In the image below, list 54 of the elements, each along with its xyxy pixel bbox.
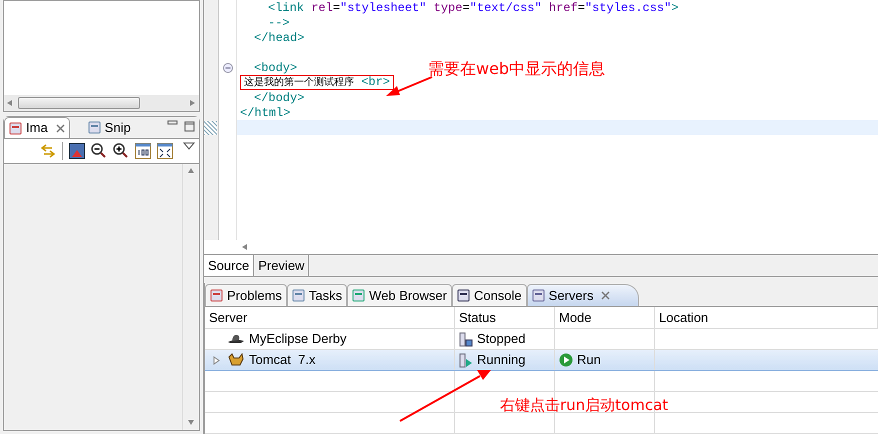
server-stopped-icon <box>459 332 473 346</box>
code-line: </head> <box>254 30 304 46</box>
server-row[interactable]: Tomcat 7.x Running Run <box>205 350 878 371</box>
server-running-icon <box>459 352 473 368</box>
view-icon <box>456 289 470 302</box>
view-tab[interactable]: Tasks <box>286 284 348 306</box>
view-icon <box>292 289 305 302</box>
column-header[interactable]: Location <box>655 307 878 328</box>
server-mode: Run <box>577 351 601 370</box>
scroll-left-arrow-icon[interactable] <box>241 243 249 251</box>
scroll-right-arrow-icon[interactable] <box>189 99 197 107</box>
view-icon <box>210 289 223 302</box>
hat-icon <box>227 333 245 345</box>
view-tab[interactable]: Ima <box>4 117 70 138</box>
zoom-out-icon[interactable] <box>91 143 107 159</box>
expand-icon[interactable] <box>213 356 220 364</box>
code-line: </html> <box>240 104 290 122</box>
server-status: Running <box>477 351 526 370</box>
annotation: 右键点击run启动tomcat <box>500 395 668 416</box>
view-icon <box>88 121 101 134</box>
sync-arrows-icon[interactable] <box>40 143 56 159</box>
maximize-icon[interactable] <box>184 121 195 132</box>
view-icon <box>352 289 366 302</box>
zoom-in-icon[interactable] <box>113 143 129 159</box>
server-name: MyEclipse Derby <box>249 330 347 348</box>
code-line: --> <box>268 14 290 32</box>
server-status: Stopped <box>477 330 526 348</box>
editor-tab[interactable]: Source <box>204 255 254 276</box>
column-header[interactable]: Server <box>205 307 455 328</box>
code-line: </body> <box>254 90 304 106</box>
column-header[interactable]: Mode <box>555 307 655 328</box>
image-icon[interactable] <box>69 143 85 159</box>
code-line: <body> <box>254 60 298 76</box>
view-tab[interactable]: Console <box>452 284 527 306</box>
actual-size-icon[interactable] <box>135 143 151 159</box>
server-name: Tomcat 7.x <box>249 351 316 370</box>
column-header[interactable]: Status <box>455 307 555 328</box>
cat-icon <box>227 353 245 367</box>
collapse-icon[interactable] <box>222 62 232 72</box>
scroll-down-arrow-icon[interactable] <box>187 419 195 427</box>
view-icon <box>9 122 22 134</box>
view-tab[interactable]: Servers <box>526 284 640 306</box>
fit-icon[interactable] <box>157 143 173 159</box>
close-icon[interactable] <box>601 291 610 300</box>
scroll-up-arrow-icon[interactable] <box>187 167 195 175</box>
run-icon <box>559 353 573 367</box>
code-line: <link rel="stylesheet" type="text/css" href="styles.css"> <box>268 0 679 16</box>
scroll-left-arrow-icon[interactable] <box>6 99 14 107</box>
view-icon <box>532 289 545 302</box>
close-icon[interactable] <box>56 124 65 132</box>
view-tab[interactable]: Web Browser <box>347 284 452 306</box>
view-tab[interactable]: Problems <box>205 284 287 306</box>
view-menu-icon[interactable] <box>183 142 195 150</box>
annotation: 需要在web中显示的信息 <box>428 58 606 80</box>
